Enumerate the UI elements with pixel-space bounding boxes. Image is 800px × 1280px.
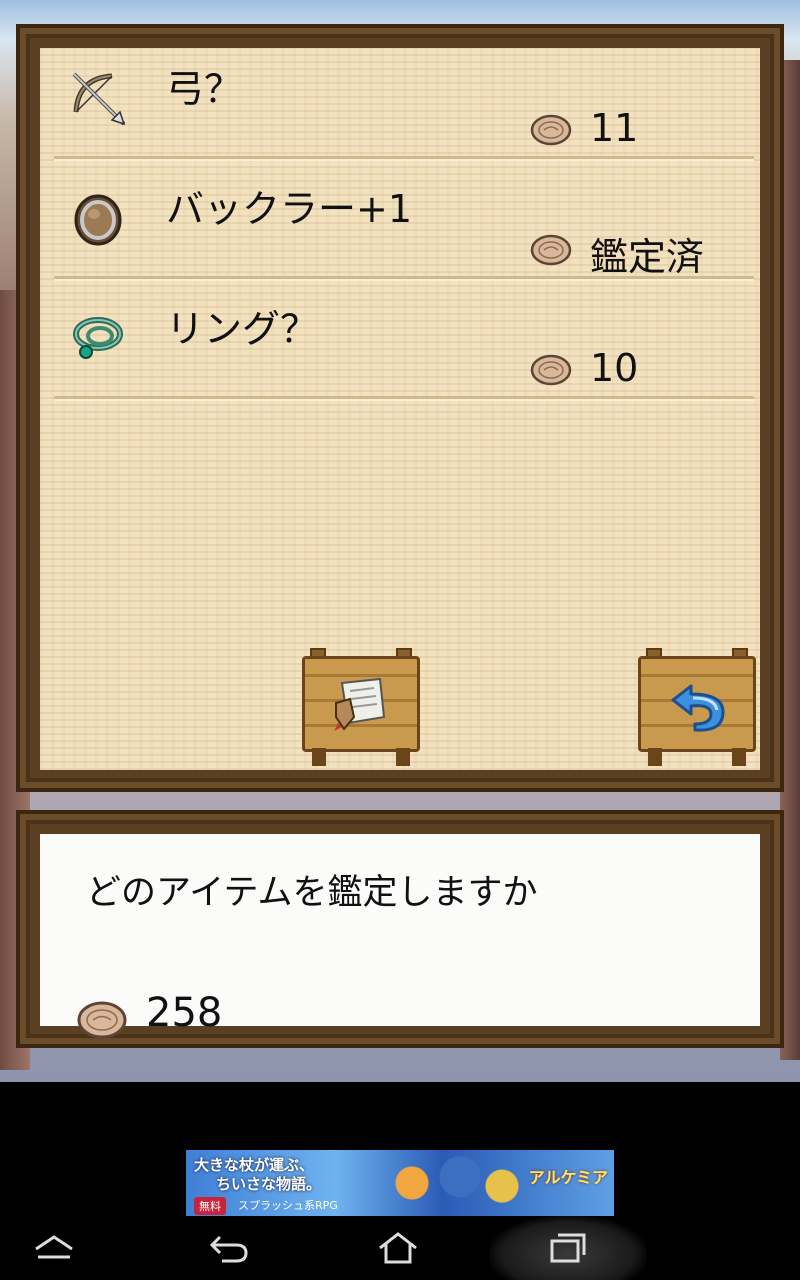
coin-icon bbox=[530, 114, 572, 146]
bow-icon bbox=[68, 68, 128, 128]
ad-headline: 大きな杖が運ぶ、 bbox=[194, 1156, 315, 1174]
prompt-text: どのアイテムを鑑定しますか bbox=[86, 873, 538, 913]
message-box: どのアイテムを鑑定しますか 258 bbox=[40, 834, 760, 1039]
item-price: 11 bbox=[590, 106, 639, 150]
list-item[interactable]: リング？ 10 bbox=[54, 288, 754, 399]
ring-icon bbox=[68, 308, 128, 368]
coin-icon bbox=[530, 234, 572, 266]
ad-subline: ちいさな物語。 bbox=[216, 1175, 322, 1193]
back-arrow-icon bbox=[638, 656, 756, 752]
item-price: 鑑定済 bbox=[590, 235, 705, 279]
back-icon[interactable] bbox=[198, 1226, 258, 1270]
scroll-icon bbox=[302, 656, 420, 752]
item-name: 弓？ bbox=[166, 67, 243, 111]
coin-icon bbox=[530, 354, 572, 386]
item-name: バックラー+1 bbox=[166, 187, 413, 231]
recent-apps-icon[interactable] bbox=[538, 1226, 598, 1270]
appraise-button[interactable] bbox=[302, 648, 420, 768]
item-list-parchment: 弓？ 11 バックラー+1 鑑定済 リング？ 10 bbox=[40, 48, 760, 770]
back-button[interactable] bbox=[638, 648, 756, 768]
coin-icon bbox=[76, 1000, 128, 1044]
ad-free-badge: 無料 bbox=[194, 1197, 226, 1215]
money-amount: 258 bbox=[146, 990, 223, 1036]
list-item[interactable]: バックラー+1 鑑定済 bbox=[54, 168, 754, 279]
home-icon[interactable] bbox=[368, 1226, 428, 1270]
item-price: 10 bbox=[590, 346, 639, 390]
item-name: リング？ bbox=[166, 307, 319, 351]
list-item[interactable]: 弓？ 11 bbox=[54, 48, 754, 159]
home-up-icon[interactable] bbox=[24, 1226, 84, 1270]
item-list-panel: 弓？ 11 バックラー+1 鑑定済 リング？ 10 bbox=[16, 24, 784, 792]
buckler-icon bbox=[68, 188, 128, 248]
system-nav-bar bbox=[0, 1216, 800, 1280]
message-panel: どのアイテムを鑑定しますか 258 bbox=[16, 810, 784, 1048]
ad-banner[interactable]: 大きな杖が運ぶ、 ちいさな物語。 無料 スプラッシュ系RPG アルケミア bbox=[186, 1150, 614, 1216]
ad-genre: スプラッシュ系RPG bbox=[238, 1199, 338, 1212]
ad-logo: アルケミア bbox=[528, 1168, 608, 1187]
ad-character-art bbox=[382, 1152, 532, 1214]
